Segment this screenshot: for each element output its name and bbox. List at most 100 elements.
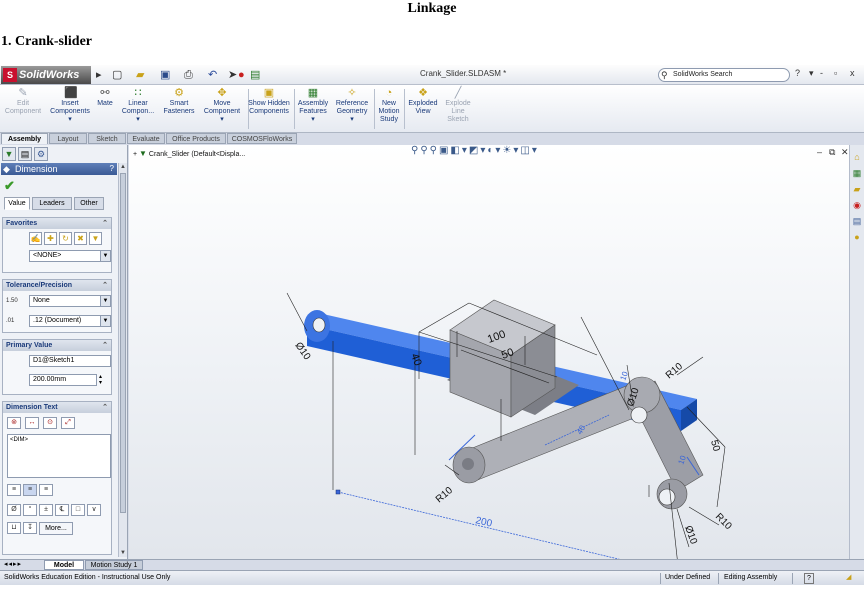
view-palette-icon[interactable]: ▤ xyxy=(851,215,863,227)
new-document-icon[interactable]: ▢ xyxy=(112,68,122,82)
graphics-area[interactable]: + ▼ Crank_Slider (Default<Displa... ⚲⚲⚲▣… xyxy=(129,145,849,559)
dimension-handle[interactable] xyxy=(335,489,341,495)
tab-sketch[interactable]: Sketch xyxy=(88,133,126,144)
dimension-value-field[interactable]: 200.00mm xyxy=(29,374,97,386)
dim-label-diameter-10-bottom[interactable]: Ø10 xyxy=(682,524,699,546)
dim-label-50-right[interactable]: 50 xyxy=(708,439,722,453)
collapse-icon[interactable]: ⌃ xyxy=(102,218,108,229)
scroll-up-icon[interactable]: ▲ xyxy=(119,163,127,171)
subtab-value[interactable]: Value xyxy=(4,197,30,210)
favorites-title[interactable]: Favorites ⌃ xyxy=(3,218,111,229)
dimension-text-title[interactable]: Dimension Text ⌃ xyxy=(3,402,111,413)
dim-label-200[interactable]: 200 xyxy=(474,515,493,530)
new-motion-study-button[interactable]: ◔ New Motion Study xyxy=(374,87,404,124)
edit-component-button[interactable]: ✎ Edit Component xyxy=(4,87,42,116)
minimize-button[interactable]: - xyxy=(820,68,823,78)
align-center-icon[interactable]: ≡ xyxy=(23,484,37,496)
tab-layout[interactable]: Layout xyxy=(49,133,87,144)
collapse-icon[interactable]: ⌃ xyxy=(102,340,108,351)
show-hidden-components-button[interactable]: ▣ Show Hidden Components xyxy=(248,87,290,116)
undo-icon[interactable]: ↶ xyxy=(208,68,217,82)
tab-motion-study-1[interactable]: Motion Study 1 xyxy=(85,560,143,570)
depth-symbol-icon[interactable]: ↧ xyxy=(23,522,37,534)
tab-evaluate[interactable]: Evaluate xyxy=(127,133,165,144)
property-manager-tab-icon[interactable]: ▤ xyxy=(18,147,32,161)
resize-grip-icon[interactable]: ◢ xyxy=(846,571,851,585)
help-button[interactable]: ? xyxy=(795,68,800,78)
search-results-icon[interactable]: ◉ xyxy=(851,199,863,211)
diameter-symbol-icon[interactable]: Ø xyxy=(7,504,21,516)
inspection-dimension-icon[interactable]: ⊙ xyxy=(43,417,57,429)
more-symbols-button[interactable]: More... xyxy=(39,522,73,535)
dim-label-r10-top[interactable]: R10 xyxy=(664,361,685,382)
save-icon[interactable]: ▣ xyxy=(160,68,170,82)
center-dimension-icon[interactable]: ↔ xyxy=(25,417,39,429)
configuration-manager-tab-icon[interactable]: ⚙ xyxy=(34,147,48,161)
dimension-name-field[interactable]: D1@Sketch1 xyxy=(29,355,111,367)
home-icon[interactable]: ⌂ xyxy=(851,151,863,163)
scroll-thumb[interactable] xyxy=(120,173,126,513)
save-favorite-icon[interactable]: ▼ xyxy=(89,232,102,245)
tab-cosmosfloworks[interactable]: COSMOSFloWorks xyxy=(227,133,297,144)
design-library-icon[interactable]: ▦ xyxy=(851,167,863,179)
ok-check-icon[interactable]: ✔ xyxy=(4,178,15,194)
exploded-view-button[interactable]: ❖ Exploded View xyxy=(406,87,440,116)
spin-down-icon[interactable]: ▾ xyxy=(99,380,102,386)
align-right-icon[interactable]: ≡ xyxy=(39,484,53,496)
tolerance-title[interactable]: Tolerance/Precision ⌃ xyxy=(3,280,111,291)
degree-symbol-icon[interactable]: ° xyxy=(23,504,37,516)
collapse-icon[interactable]: ⌃ xyxy=(102,402,108,413)
update-favorite-icon[interactable]: ↻ xyxy=(59,232,72,245)
close-button[interactable]: x xyxy=(850,68,855,78)
smart-fasteners-button[interactable]: ⚙ Smart Fasteners xyxy=(160,87,198,116)
select-arrow-icon[interactable]: ➤ xyxy=(228,68,237,82)
move-component-button[interactable]: ✥ Move Component ▾ xyxy=(200,87,244,124)
reference-geometry-button[interactable]: ✧ Reference Geometry ▾ xyxy=(332,87,372,124)
scroll-down-icon[interactable]: ▼ xyxy=(119,549,127,557)
dim-label-r10-bottom-right[interactable]: R10 xyxy=(713,511,734,532)
tolerance-type-select[interactable]: None ▼ xyxy=(29,295,111,307)
menu-arrow-icon[interactable]: ▸ xyxy=(96,68,102,82)
square-symbol-icon[interactable]: □ xyxy=(71,504,85,516)
explode-line-sketch-button[interactable]: ╱ Explode Line Sketch xyxy=(442,87,474,124)
add-parentheses-icon[interactable]: ⊚ xyxy=(7,417,21,429)
countersink-symbol-icon[interactable]: ∨ xyxy=(87,504,101,516)
feature-tree-tab-icon[interactable]: ▼ xyxy=(2,147,16,161)
search-input[interactable]: ⚲ SolidWorks Search xyxy=(658,68,790,82)
solidworks-menu-button[interactable]: S SolidWorks xyxy=(1,66,91,84)
tab-assembly[interactable]: Assembly xyxy=(1,133,48,144)
linear-pattern-button[interactable]: ∷ Linear Compon... ▾ xyxy=(118,87,158,124)
restore-button[interactable]: ▫ xyxy=(834,68,837,78)
assembly-features-button[interactable]: ▦ Assembly Features ▾ xyxy=(294,87,332,124)
pm-help-button[interactable]: ? xyxy=(110,163,114,175)
delete-favorite-icon[interactable]: ✖ xyxy=(74,232,87,245)
counterbore-symbol-icon[interactable]: ⊔ xyxy=(7,522,21,534)
precision-select[interactable]: .12 (Document) ▼ xyxy=(29,315,111,327)
help-arrow-icon[interactable]: ▾ xyxy=(809,68,814,79)
tab-office-products[interactable]: Office Products xyxy=(166,133,226,144)
add-favorite-icon[interactable]: ✚ xyxy=(44,232,57,245)
align-left-icon[interactable]: ≡ xyxy=(7,484,21,496)
status-help-button[interactable]: ? xyxy=(804,573,814,584)
dimension-text-area[interactable]: <DIM> xyxy=(7,434,111,478)
tab-scroll-arrows[interactable]: ◂◂▸▸ xyxy=(4,560,22,568)
favorites-select[interactable]: <NONE> ▼ xyxy=(29,250,111,262)
appearances-icon[interactable]: ● xyxy=(851,231,863,243)
offset-text-icon[interactable]: ⤢ xyxy=(61,417,75,429)
print-icon[interactable]: ⎙ xyxy=(184,68,193,82)
rebuild-icon[interactable]: ● xyxy=(238,68,245,82)
subtab-other[interactable]: Other xyxy=(74,197,104,210)
mate-button[interactable]: ⚯ Mate xyxy=(94,87,116,108)
centerline-symbol-icon[interactable]: ℄ xyxy=(55,504,69,516)
apply-favorite-icon[interactable]: ✍ xyxy=(29,232,42,245)
dim-label-10-a[interactable]: 10 xyxy=(618,370,630,382)
open-folder-icon[interactable]: ▰ xyxy=(136,68,144,82)
plus-minus-symbol-icon[interactable]: ± xyxy=(39,504,53,516)
panel-scrollbar[interactable]: ▲ ▼ xyxy=(118,163,127,557)
dim-label-r10-bottom-left[interactable]: R10 xyxy=(434,485,455,506)
collapse-icon[interactable]: ⌃ xyxy=(102,280,108,291)
file-explorer-icon[interactable]: ▰ xyxy=(851,183,863,195)
insert-components-button[interactable]: ⬛ Insert Components ▾ xyxy=(48,87,92,124)
options-icon[interactable]: ▤ xyxy=(250,68,260,82)
primary-value-title[interactable]: Primary Value ⌃ xyxy=(3,340,111,351)
